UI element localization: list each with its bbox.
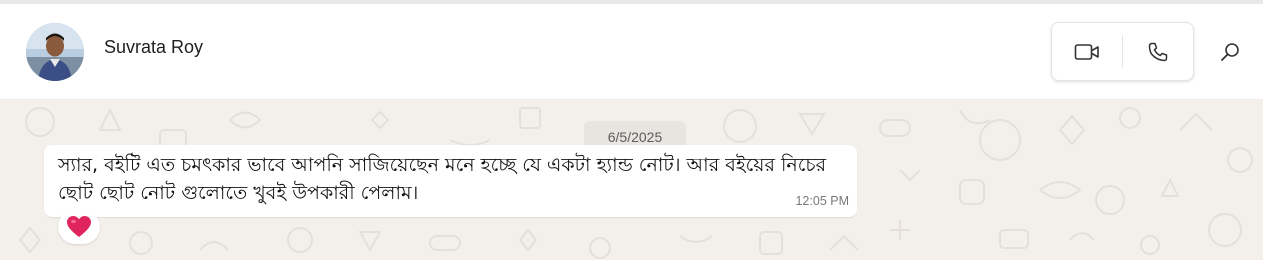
voice-call-button[interactable] [1123, 23, 1193, 80]
chat-area[interactable]: 6/5/2025 স্যার, বইটি এত চমৎকার ভাবে আপনি… [0, 100, 1263, 260]
message-time: 12:05 PM [795, 194, 849, 208]
phone-icon [1148, 42, 1168, 61]
search-button[interactable] [1216, 38, 1244, 66]
reaction-badge[interactable] [58, 210, 100, 244]
avatar[interactable] [26, 23, 84, 81]
heart-icon [67, 216, 91, 237]
message-bubble[interactable]: স্যার, বইটি এত চমৎকার ভাবে আপনি সাজিয়েছ… [44, 145, 857, 217]
message-text: স্যার, বইটি এত চমৎকার ভাবে আপনি সাজিয়েছ… [58, 154, 827, 204]
chat-header: Suvrata Roy [0, 4, 1263, 100]
contact-name[interactable]: Suvrata Roy [104, 37, 203, 58]
call-button-group [1051, 22, 1194, 81]
video-call-button[interactable] [1052, 23, 1122, 80]
avatar-photo [26, 23, 84, 81]
search-icon [1221, 43, 1239, 61]
video-camera-icon [1074, 43, 1099, 60]
